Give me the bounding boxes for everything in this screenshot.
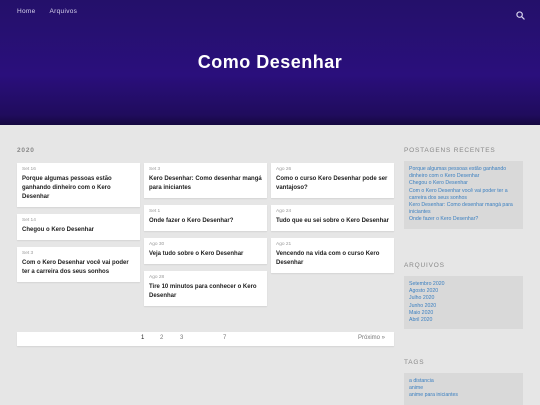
post-archive: 2020 Set 16 Porque algumas pessoas estão… bbox=[17, 147, 395, 306]
post-title[interactable]: Tire 10 minutos para conhecer o Kero Des… bbox=[149, 283, 262, 301]
widget-heading: TAGS bbox=[404, 359, 425, 366]
post-card[interactable]: Set 1 Onde fazer o Kero Desenhar? bbox=[144, 205, 267, 231]
post-date: Ago 24 bbox=[276, 209, 292, 214]
recent-posts-widget: POSTAGENS RECENTES Porque algumas pessoa… bbox=[404, 147, 523, 229]
tag-link[interactable]: anime bbox=[409, 385, 518, 392]
archive-link[interactable]: Maio 2020 bbox=[409, 310, 518, 317]
post-date: Ago 30 bbox=[149, 242, 165, 247]
post-card[interactable]: Set 14 Chegou o Kero Desenhar bbox=[17, 214, 140, 240]
header-shadow bbox=[0, 115, 540, 125]
widget-box: a distancia anime anime para iniciantes bbox=[404, 373, 523, 405]
nav-home-link[interactable]: Home bbox=[17, 8, 36, 15]
post-card[interactable]: Ago 28 Tire 10 minutos para conhecer o K… bbox=[144, 271, 267, 306]
top-nav: Home Arquivos bbox=[17, 8, 77, 15]
pagination: 1 2 3 7 Próximo » bbox=[17, 332, 394, 346]
post-title[interactable]: Veja tudo sobre o Kero Desenhar bbox=[149, 250, 262, 259]
post-card[interactable]: Ago 21 Vencendo na vida com o curso Kero… bbox=[271, 238, 394, 273]
post-date: Ago 21 bbox=[276, 242, 292, 247]
tags-widget: TAGS a distancia anime anime para inicia… bbox=[404, 359, 523, 405]
post-column-3: Ago 26 Como o curso Kero Desenhar pode s… bbox=[271, 163, 394, 280]
nav-archive-link[interactable]: Arquivos bbox=[50, 8, 78, 15]
year-heading: 2020 bbox=[17, 147, 35, 154]
post-title[interactable]: Vencendo na vida com o curso Kero Desenh… bbox=[276, 250, 389, 268]
recent-post-link[interactable]: Porque algumas pessoas estão ganhando di… bbox=[409, 166, 518, 180]
post-card[interactable]: Ago 24 Tudo que eu sei sobre o Kero Dese… bbox=[271, 205, 394, 231]
tag-link[interactable]: anime para iniciantes bbox=[409, 392, 518, 399]
site-header: Home Arquivos Como Desenhar bbox=[0, 0, 540, 125]
post-card[interactable]: Set 16 Porque algumas pessoas estão ganh… bbox=[17, 163, 140, 207]
widget-box: Porque algumas pessoas estão ganhando di… bbox=[404, 161, 523, 229]
archive-link[interactable]: Julho 2020 bbox=[409, 295, 518, 302]
post-card[interactable]: Ago 26 Como o curso Kero Desenhar pode s… bbox=[271, 163, 394, 198]
post-date: Set 16 bbox=[22, 167, 36, 172]
tag-link[interactable]: a distancia bbox=[409, 378, 518, 385]
page-link[interactable]: 2 bbox=[160, 335, 163, 341]
post-title[interactable]: Tudo que eu sei sobre o Kero Desenhar bbox=[276, 217, 389, 226]
widget-box: Setembro 2020 Agosto 2020 Julho 2020 Jun… bbox=[404, 276, 523, 330]
archive-link[interactable]: Junho 2020 bbox=[409, 303, 518, 310]
post-date: Set 1 bbox=[149, 209, 161, 214]
post-card[interactable]: Ago 30 Veja tudo sobre o Kero Desenhar bbox=[144, 238, 267, 264]
page-link[interactable]: 3 bbox=[180, 335, 183, 341]
recent-post-link[interactable]: Chegou o Kero Desenhar bbox=[409, 180, 518, 187]
post-title[interactable]: Como o curso Kero Desenhar pode ser vant… bbox=[276, 175, 389, 193]
post-title[interactable]: Chegou o Kero Desenhar bbox=[22, 226, 135, 235]
widget-heading: POSTAGENS RECENTES bbox=[404, 147, 496, 154]
archives-widget: ARQUIVOS Setembro 2020 Agosto 2020 Julho… bbox=[404, 262, 523, 330]
post-column-2: Set 3 Kero Desenhar: Como desenhar mangá… bbox=[144, 163, 267, 313]
post-column-1: Set 16 Porque algumas pessoas estão ganh… bbox=[17, 163, 140, 289]
post-date: Ago 28 bbox=[149, 275, 165, 280]
recent-post-link[interactable]: Onde fazer o Kero Desenhar? bbox=[409, 216, 518, 223]
post-date: Set 3 bbox=[22, 251, 34, 256]
post-date: Set 14 bbox=[22, 218, 36, 223]
post-title[interactable]: Onde fazer o Kero Desenhar? bbox=[149, 217, 262, 226]
search-icon[interactable] bbox=[516, 7, 525, 20]
archive-link[interactable]: Setembro 2020 bbox=[409, 281, 518, 288]
next-page-link[interactable]: Próximo » bbox=[358, 335, 385, 341]
post-date: Set 3 bbox=[149, 167, 161, 172]
page-link[interactable]: 7 bbox=[223, 335, 226, 341]
post-date: Ago 26 bbox=[276, 167, 292, 172]
page-link-current[interactable]: 1 bbox=[141, 335, 144, 341]
post-card[interactable]: Set 3 Com o Kero Desenhar você vai poder… bbox=[17, 247, 140, 282]
widget-heading: ARQUIVOS bbox=[404, 262, 445, 269]
site-title[interactable]: Como Desenhar bbox=[0, 52, 540, 73]
post-title[interactable]: Com o Kero Desenhar você vai poder ter a… bbox=[22, 259, 135, 277]
post-card[interactable]: Set 3 Kero Desenhar: Como desenhar mangá… bbox=[144, 163, 267, 198]
recent-post-link[interactable]: Kero Desenhar: Como desenhar mangá para … bbox=[409, 202, 518, 216]
post-title[interactable]: Porque algumas pessoas estão ganhando di… bbox=[22, 175, 135, 202]
recent-post-link[interactable]: Com o Kero Desenhar você vai poder ter a… bbox=[409, 188, 518, 202]
archive-link[interactable]: Abril 2020 bbox=[409, 317, 518, 324]
post-title[interactable]: Kero Desenhar: Como desenhar mangá para … bbox=[149, 175, 262, 193]
archive-link[interactable]: Agosto 2020 bbox=[409, 288, 518, 295]
